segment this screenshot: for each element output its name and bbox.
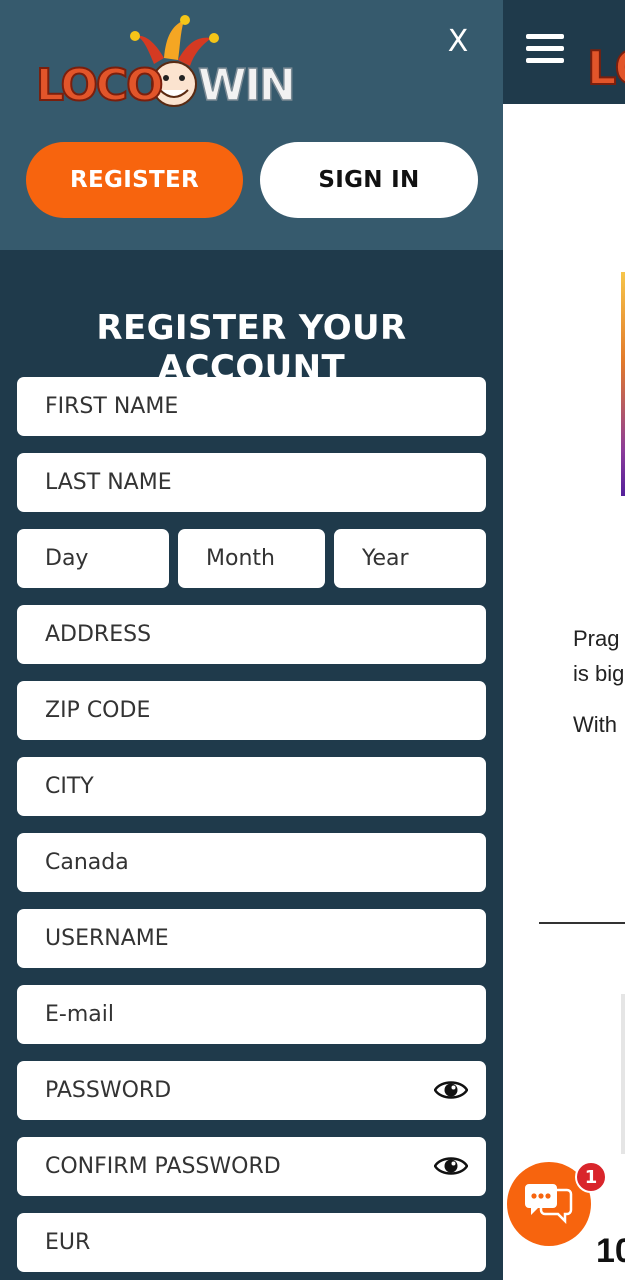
- zip-code-field[interactable]: ZIP CODE: [17, 681, 486, 740]
- zip-code-placeholder: ZIP CODE: [45, 698, 151, 723]
- password-field[interactable]: PASSWORD: [17, 1061, 486, 1120]
- city-field[interactable]: CITY: [17, 757, 486, 816]
- form-title: REGISTER YOUR ACCOUNT: [96, 308, 407, 388]
- background-text-line: Prag: [573, 626, 620, 651]
- birth-day-select[interactable]: Day: [17, 529, 169, 588]
- birth-month-select[interactable]: Month: [178, 529, 325, 588]
- drawer-header: LOCO WIN X REGISTER SIGN IN: [0, 0, 503, 250]
- country-value: Canada: [45, 850, 129, 875]
- close-button[interactable]: X: [440, 22, 476, 62]
- username-field[interactable]: USERNAME: [17, 909, 486, 968]
- country-select[interactable]: Canada: [17, 833, 486, 892]
- currency-select[interactable]: EUR: [17, 1213, 486, 1272]
- currency-value: EUR: [45, 1230, 91, 1255]
- first-name-placeholder: FIRST NAME: [45, 394, 179, 419]
- background-text-line: With: [573, 712, 617, 737]
- background-divider: [539, 922, 625, 924]
- confirm-password-field[interactable]: CONFIRM PASSWORD: [17, 1137, 486, 1196]
- register-button[interactable]: REGISTER: [26, 142, 243, 218]
- background-game-image: [621, 272, 625, 496]
- logo-text-loco: LOCO: [36, 60, 162, 111]
- last-name-field[interactable]: LAST NAME: [17, 453, 486, 512]
- background-content: Prag is big With 10: [503, 104, 625, 1280]
- locowin-logo[interactable]: LOCO WIN: [34, 14, 304, 114]
- last-name-placeholder: LAST NAME: [45, 470, 172, 495]
- password-placeholder: PASSWORD: [45, 1078, 172, 1103]
- birth-year-label: Year: [362, 546, 409, 571]
- hamburger-menu-icon[interactable]: [526, 34, 564, 68]
- first-name-field[interactable]: FIRST NAME: [17, 377, 486, 436]
- city-placeholder: CITY: [45, 774, 94, 799]
- background-heading: 10: [596, 1232, 625, 1270]
- background-text-line: is big: [573, 661, 625, 686]
- address-field[interactable]: ADDRESS: [17, 605, 486, 664]
- logo-text-win: WIN: [198, 60, 294, 111]
- show-confirm-password-eye-icon[interactable]: [434, 1153, 468, 1179]
- chat-bubbles-icon: [525, 1184, 573, 1225]
- sign-in-button[interactable]: SIGN IN: [260, 142, 478, 218]
- email-placeholder: E-mail: [45, 1002, 114, 1027]
- side-drawer: LOCO WIN X REGISTER SIGN IN REGISTER YOU…: [0, 0, 503, 1280]
- chat-notification-badge: 1: [575, 1161, 607, 1193]
- birth-day-label: Day: [45, 546, 89, 571]
- birth-year-select[interactable]: Year: [334, 529, 486, 588]
- username-placeholder: USERNAME: [45, 926, 169, 951]
- background-logo: LO: [587, 44, 625, 90]
- show-password-eye-icon[interactable]: [434, 1077, 468, 1103]
- birth-month-label: Month: [206, 546, 275, 571]
- confirm-password-placeholder: CONFIRM PASSWORD: [45, 1154, 281, 1179]
- background-image: [621, 994, 625, 1154]
- address-placeholder: ADDRESS: [45, 622, 152, 647]
- background-header: LO: [503, 0, 625, 104]
- background-logo-text: LO: [587, 44, 625, 90]
- email-field[interactable]: E-mail: [17, 985, 486, 1044]
